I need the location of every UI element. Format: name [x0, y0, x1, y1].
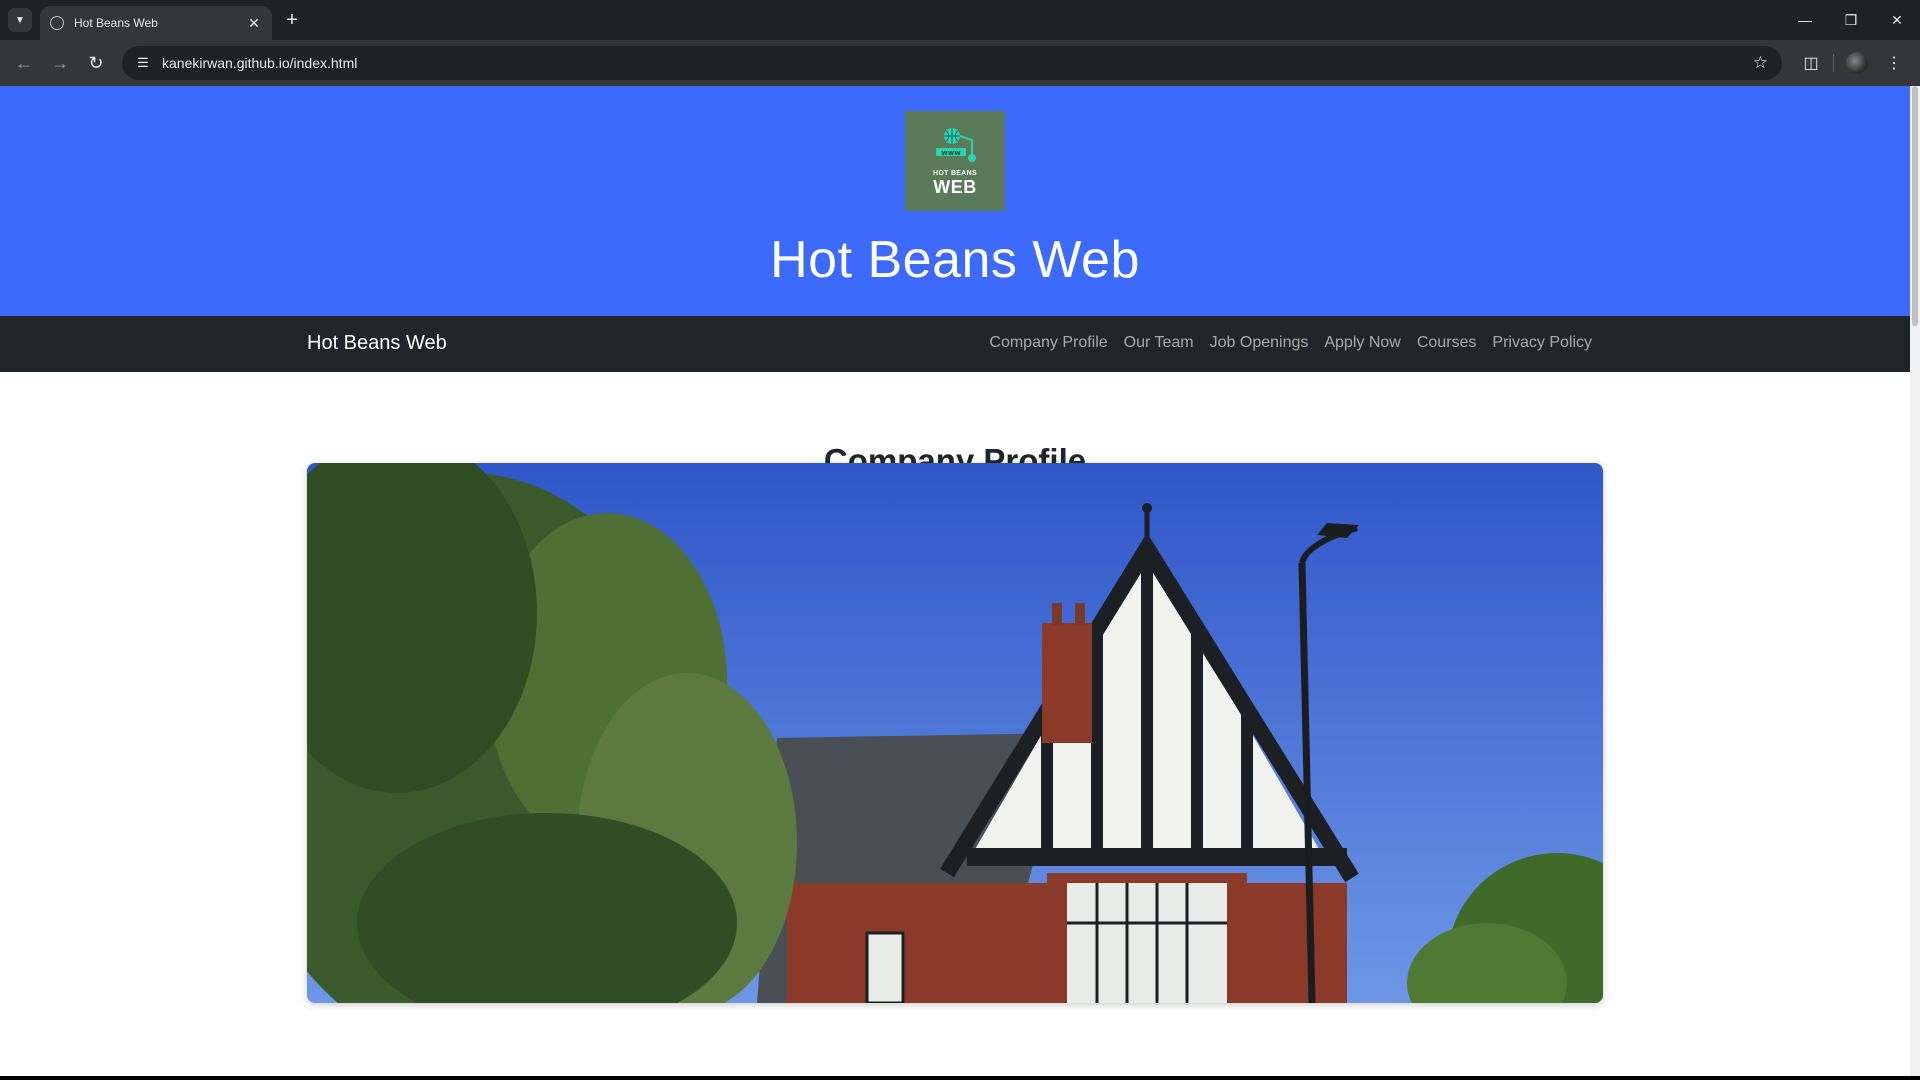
window-controls: — ❐ ✕ — [1782, 0, 1920, 40]
restore-icon[interactable]: ❐ — [1828, 0, 1874, 40]
bookmark-star-icon[interactable]: ☆ — [1753, 53, 1768, 73]
globe-favicon-icon — [50, 16, 64, 30]
office-building-photo — [307, 463, 1603, 1003]
company-logo: www HOT BEANS WEB — [905, 111, 1005, 211]
new-tab-plus-icon[interactable]: + — [280, 9, 304, 33]
logo-big-text: WEB — [933, 177, 977, 197]
profile-avatar[interactable] — [1846, 52, 1868, 74]
forward-arrow-icon[interactable]: → — [44, 47, 76, 79]
address-bar[interactable]: ☰ kanekirwan.github.io/index.html ☆ — [122, 46, 1782, 80]
toolbar-divider — [1833, 54, 1834, 72]
nav-link-courses[interactable]: Courses — [1409, 334, 1485, 352]
scrollbar-thumb[interactable] — [1912, 86, 1918, 326]
browser-toolbar: ← → ↻ ☰ kanekirwan.github.io/index.html … — [0, 40, 1920, 86]
main-navbar: Hot Beans Web Company Profile Our Team J… — [0, 316, 1910, 372]
back-arrow-icon[interactable]: ← — [8, 47, 40, 79]
nav-link-privacy-policy[interactable]: Privacy Policy — [1484, 334, 1600, 352]
close-window-icon[interactable]: ✕ — [1874, 0, 1920, 40]
tab-close-icon[interactable]: ✕ — [246, 15, 262, 32]
globe-logo-icon: www — [936, 128, 976, 162]
nav-link-job-openings[interactable]: Job Openings — [1202, 334, 1317, 352]
url-text[interactable]: kanekirwan.github.io/index.html — [162, 55, 357, 71]
more-menu-icon[interactable]: ⋮ — [1876, 46, 1912, 80]
tab-title: Hot Beans Web — [74, 16, 158, 30]
active-tab[interactable]: Hot Beans Web ✕ — [40, 6, 272, 40]
minimize-icon[interactable]: — — [1782, 0, 1828, 40]
window-bottom-edge — [0, 1076, 1920, 1080]
reload-icon[interactable]: ↻ — [80, 47, 112, 79]
site-info-icon[interactable]: ☰ — [134, 54, 152, 72]
extensions-puzzle-icon[interactable]: ◫ — [1793, 46, 1829, 80]
logo-www-text: www — [941, 149, 961, 157]
nav-links: Company Profile Our Team Job Openings Ap… — [981, 334, 1600, 352]
nav-link-company-profile[interactable]: Company Profile — [981, 334, 1115, 352]
hero-title: Hot Beans Web — [770, 231, 1140, 289]
nav-link-apply-now[interactable]: Apply Now — [1316, 334, 1408, 352]
page-scrollbar[interactable] — [1910, 86, 1920, 1076]
tab-search-chevron-icon[interactable]: ▼ — [8, 8, 32, 32]
navbar-brand[interactable]: Hot Beans Web — [307, 332, 447, 355]
tab-strip: ▼ Hot Beans Web ✕ + — ❐ ✕ — [0, 0, 1920, 40]
hero-header: www HOT BEANS WEB Hot Beans Web — [0, 86, 1910, 316]
nav-link-our-team[interactable]: Our Team — [1116, 334, 1202, 352]
